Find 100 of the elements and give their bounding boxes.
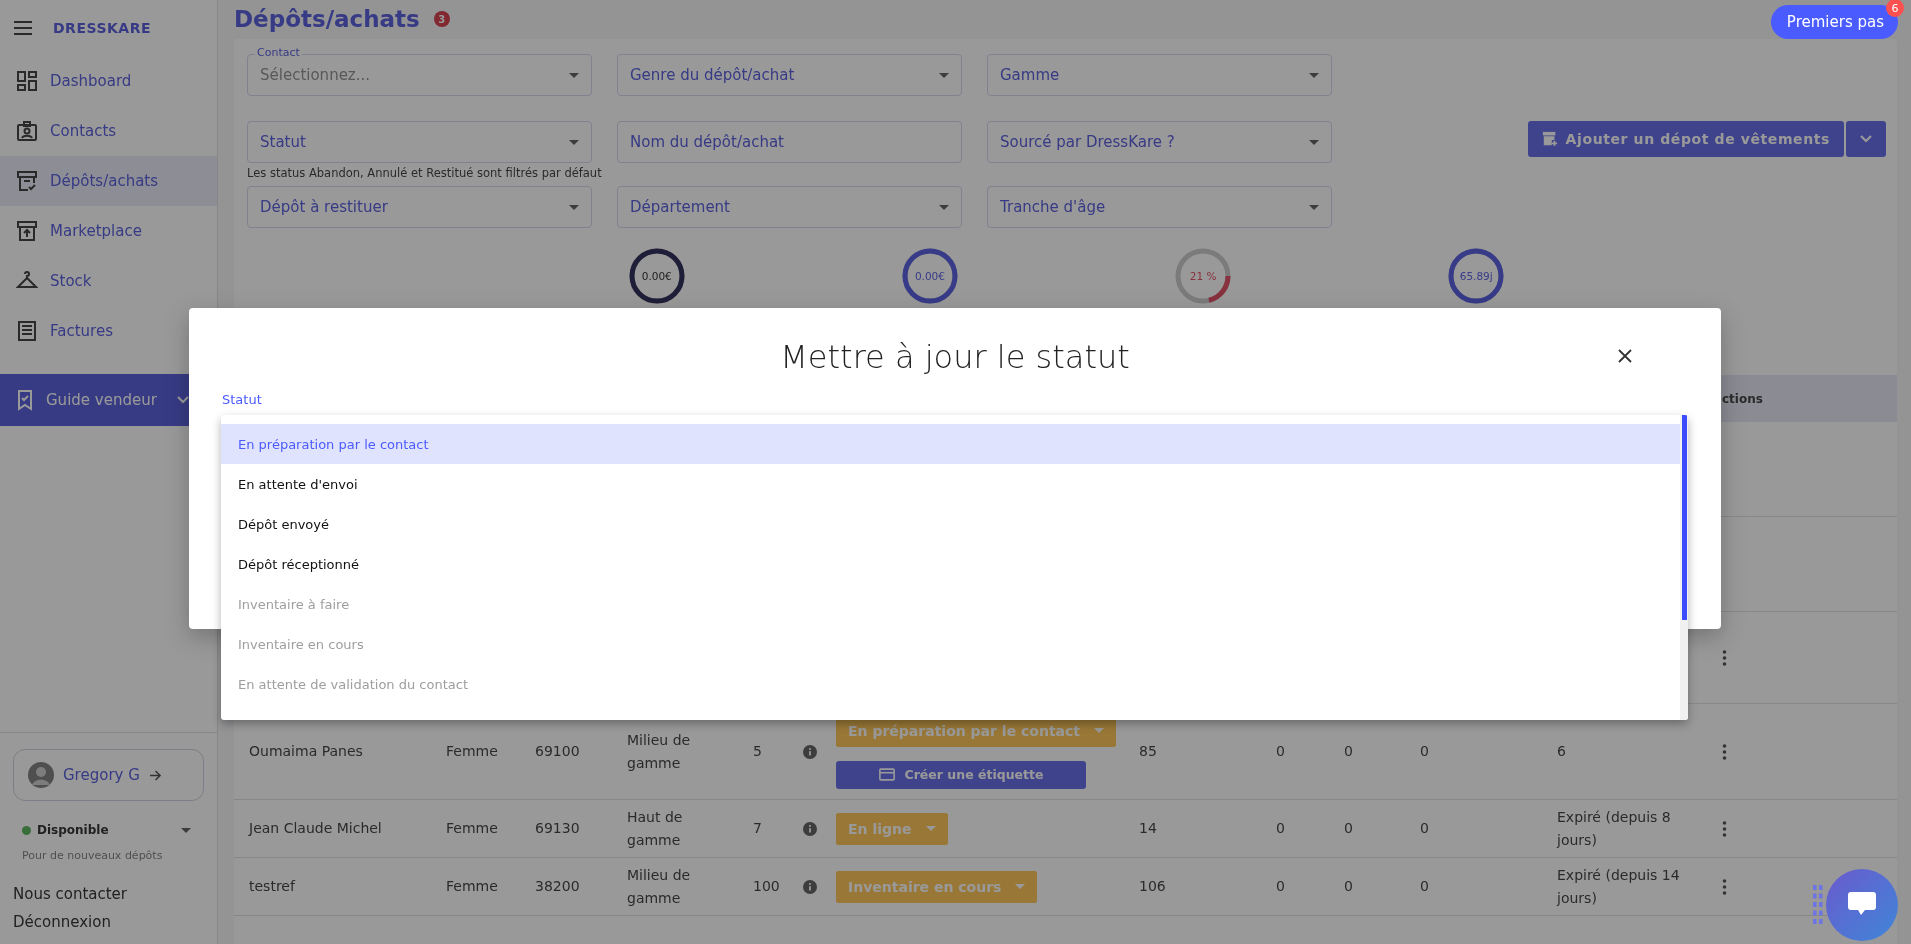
count-badge: 3 xyxy=(433,11,450,27)
caret-icon xyxy=(1015,884,1026,889)
filter-note: Les status Abandon, Annulé et Restitué sont filtrés par défaut xyxy=(247,165,603,182)
expand-button[interactable] xyxy=(1846,121,1886,157)
receipt-icon xyxy=(16,320,38,342)
guide-label: Guide vendeur xyxy=(46,391,157,409)
availability-note: Pour de nouveaux dépôts xyxy=(21,849,164,862)
select-field[interactable]: Genre du dépôt/achat xyxy=(617,54,962,96)
nav-item[interactable]: Stock xyxy=(0,256,217,306)
column-header: ctions xyxy=(1722,391,1764,406)
info-icon[interactable] xyxy=(803,744,817,759)
avatar xyxy=(28,762,54,788)
dropdown-option[interactable]: Dépôt réceptionné xyxy=(221,544,1680,584)
table-cell-text: Expiré (depuis 14 jours) xyxy=(1555,866,1681,908)
availability-label[interactable]: Disponible xyxy=(37,823,109,837)
checklist-icon xyxy=(16,170,38,192)
table-cell-text: 7 xyxy=(752,819,763,839)
table-cell-text: Milieu de gamme xyxy=(626,731,692,773)
info-icon[interactable] xyxy=(803,821,817,836)
select-field[interactable]: Tranche d'âge xyxy=(987,186,1332,228)
dropdown-caret-icon xyxy=(939,204,949,210)
card-icon xyxy=(878,768,895,781)
page-title: Dépôts/achats xyxy=(234,6,420,32)
nav-item[interactable]: Dépôts/achats xyxy=(0,156,217,206)
dropdown-option[interactable]: Dépôt envoyé xyxy=(221,504,1680,544)
stat-value: 65.89j xyxy=(1459,270,1493,282)
table-cell-text: 38200 xyxy=(534,877,581,897)
select-field[interactable]: Statut xyxy=(247,121,592,163)
box-plus-icon xyxy=(1541,131,1558,147)
create-label-button[interactable]: Créer une étiquette xyxy=(836,760,1086,789)
sidebar-link[interactable]: Nous contacter xyxy=(0,880,217,908)
select-field[interactable]: Sourcé par DressKare ? xyxy=(987,121,1332,163)
nav-item[interactable]: Dashboard xyxy=(0,56,217,106)
info-icon[interactable] xyxy=(803,879,817,894)
progress-ring xyxy=(628,248,685,304)
table-cell-text: Femme xyxy=(445,819,499,839)
more-icon[interactable] xyxy=(1722,743,1727,760)
table-cell-text: 0 xyxy=(1343,877,1354,897)
upload-box-icon xyxy=(16,220,38,242)
table-cell-text: 0 xyxy=(1419,819,1430,839)
table-cell-text: Expiré (depuis 8 jours) xyxy=(1555,808,1672,850)
select-field[interactable]: Gamme xyxy=(987,54,1332,96)
dashboard-icon xyxy=(16,70,38,92)
dropdown-option[interactable]: En attente d'envoi xyxy=(221,464,1680,504)
table-cell-text: 0 xyxy=(1343,819,1354,839)
more-icon[interactable] xyxy=(1722,878,1727,895)
text-field[interactable]: Nom du dépôt/achat xyxy=(617,121,962,163)
more-icon[interactable] xyxy=(1722,649,1727,666)
table-cell-text: Milieu de gamme xyxy=(626,866,692,908)
table-cell-text: Femme xyxy=(445,742,499,762)
table-cell-text: Femme xyxy=(445,877,499,897)
table-cell-text: 0 xyxy=(1419,742,1430,762)
select-field[interactable]: Département xyxy=(617,186,962,228)
table-cell-text: 0 xyxy=(1275,819,1286,839)
dropdown-caret-icon xyxy=(569,139,579,145)
chevron-down-icon xyxy=(1860,135,1872,143)
table-cell-text: Jean Claude Michel xyxy=(247,819,383,839)
menu-icon[interactable] xyxy=(14,21,32,35)
brand-logo[interactable]: DRESSKARE xyxy=(53,20,152,36)
sidebar-link[interactable]: Déconnexion xyxy=(0,908,217,936)
table-cell-text: testref xyxy=(248,877,297,897)
table-cell-text: 0 xyxy=(1419,877,1430,897)
caret-icon[interactable] xyxy=(181,827,191,833)
table-cell-text: 0 xyxy=(1343,742,1354,762)
caret-icon xyxy=(925,826,936,831)
field-label: Statut xyxy=(222,392,262,407)
table-cell-text: 69100 xyxy=(534,742,581,762)
table-cell-text: 85 xyxy=(1138,742,1158,762)
close-icon[interactable] xyxy=(1618,349,1632,363)
dropdown-caret-icon xyxy=(569,72,579,78)
drag-handle-icon[interactable] xyxy=(1813,885,1823,925)
table-cell-text: 0 xyxy=(1275,877,1286,897)
table-cell-text: Haut de gamme xyxy=(626,808,684,850)
dialog-title: Mettre à jour le statut xyxy=(780,338,1130,376)
dropdown-caret-icon xyxy=(1309,204,1319,210)
dropdown-caret-icon xyxy=(939,72,949,78)
table-cell-text: 6 xyxy=(1556,742,1567,762)
table-cell-text: 5 xyxy=(752,742,763,762)
add-deposit-button[interactable]: Ajouter un dépot de vêtements xyxy=(1527,121,1844,157)
dropdown-caret-icon xyxy=(1309,139,1319,145)
dropdown-option[interactable]: En préparation par le contact xyxy=(221,424,1680,464)
caret-icon xyxy=(1094,728,1105,733)
progress-ring xyxy=(1175,248,1232,304)
more-icon[interactable] xyxy=(1722,820,1727,837)
dropdown-caret-icon xyxy=(1309,72,1319,78)
notification-badge: 6 xyxy=(1886,0,1904,17)
nav-item[interactable]: Factures xyxy=(0,306,217,356)
progress-ring xyxy=(1448,248,1505,304)
table-cell-text: 100 xyxy=(752,877,781,897)
progress-ring xyxy=(901,248,958,304)
nav-item[interactable]: Marketplace xyxy=(0,206,217,256)
stat-value: 0.00€ xyxy=(641,270,672,282)
arrow-right-icon xyxy=(148,769,162,781)
table-cell-text: 0 xyxy=(1275,742,1286,762)
scrollbar-thumb[interactable] xyxy=(1682,415,1687,620)
select-field[interactable]: Dépôt à restituer xyxy=(247,186,592,228)
stat-value: 0.00€ xyxy=(914,270,945,282)
user-card[interactable]: Gregory G xyxy=(13,749,204,801)
nav-item[interactable]: Contacts xyxy=(0,106,217,156)
table-cell-text: Oumaima Panes xyxy=(248,742,364,762)
